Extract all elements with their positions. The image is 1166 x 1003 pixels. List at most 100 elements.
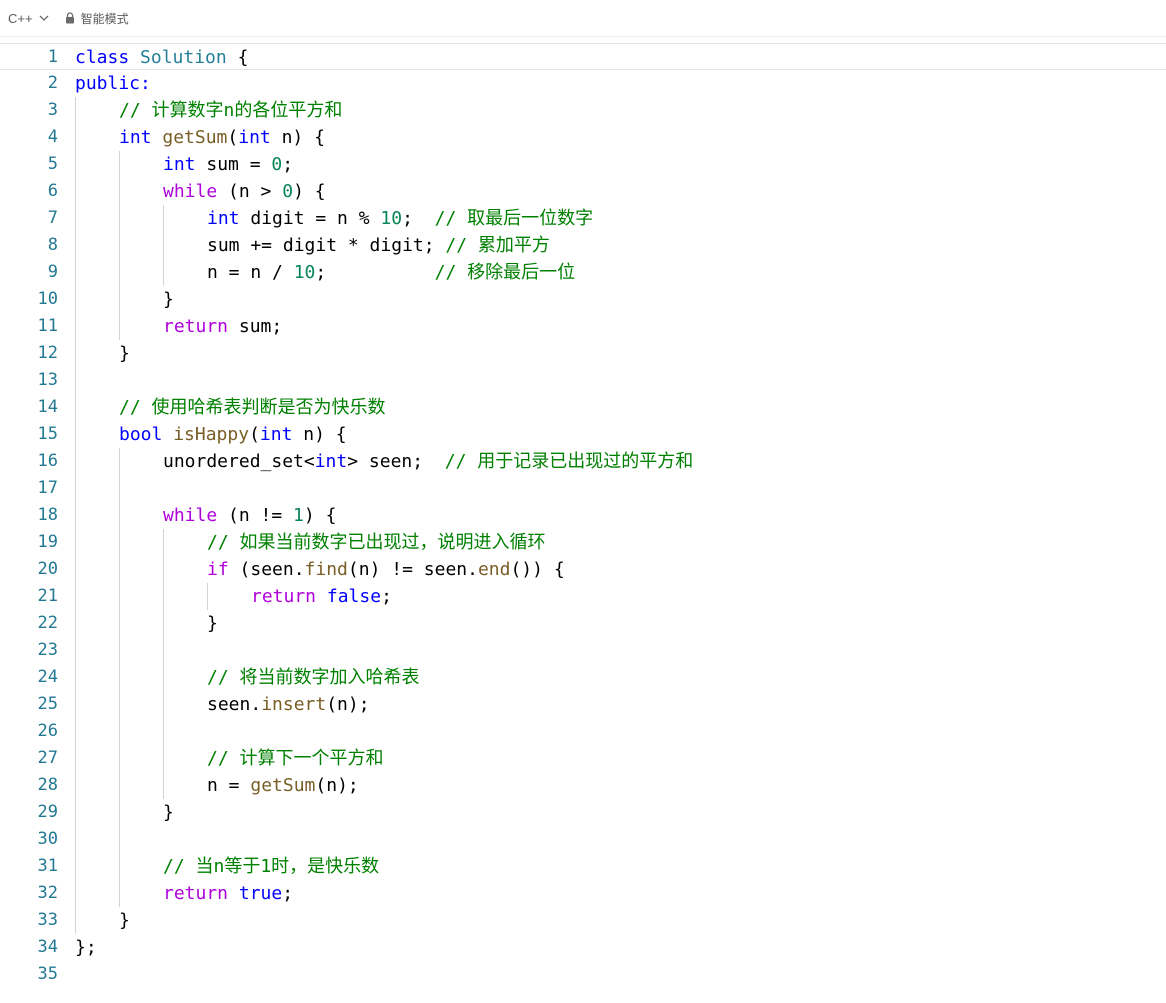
code-line[interactable]: 16 unordered_set<int> seen; // 用于记录已出现过的平… [0, 448, 1166, 475]
code-line[interactable]: 1 class Solution { [0, 43, 1166, 70]
code-line[interactable]: 17 [0, 475, 1166, 502]
code-line[interactable]: 15 bool isHappy(int n) { [0, 421, 1166, 448]
indent-guide [163, 529, 164, 799]
code-token: 0 [271, 154, 283, 175]
line-number: 21 [37, 586, 58, 606]
code-text: return false; [251, 583, 392, 610]
code-line[interactable]: 8 sum += digit * digit; // 累加平方 [0, 232, 1166, 259]
line-number: 7 [47, 208, 58, 228]
code-token: (seen. [228, 559, 305, 580]
code-text: return true; [163, 880, 293, 907]
code-line[interactable]: 29} [0, 799, 1166, 826]
code-line[interactable]: 14 // 使用哈希表判断是否为快乐数 [0, 394, 1166, 421]
code-text: return sum; [163, 313, 282, 340]
code-line[interactable]: 10} [0, 286, 1166, 313]
code-token: getSum [250, 775, 316, 796]
code-token: n = [207, 775, 251, 796]
code-line[interactable]: 25 seen.insert(n); [0, 691, 1166, 718]
code-line[interactable]: 33} [0, 907, 1166, 934]
code-text: } [163, 286, 174, 313]
code-line[interactable]: 23 [0, 637, 1166, 664]
code-line[interactable]: 3 // 计算数字n的各位平方和 [0, 97, 1166, 124]
code-token: sum = [195, 154, 272, 175]
code-token: unordered_set< [163, 451, 315, 472]
code-line[interactable]: 24 // 将当前数字加入哈希表 [0, 664, 1166, 691]
code-line[interactable]: 12} [0, 340, 1166, 367]
code-editor[interactable]: 1 class Solution {2 public: 3// 计算数字n的各位平方和… [0, 43, 1166, 1003]
code-token: isHappy [173, 424, 250, 445]
line-number: 31 [37, 856, 58, 876]
line-number: 23 [37, 640, 58, 660]
code-line[interactable]: 34}; [0, 934, 1166, 961]
code-line[interactable]: 13 [0, 367, 1166, 394]
code-line[interactable]: 27 // 计算下一个平方和 [0, 745, 1166, 772]
code-line[interactable]: 11 return sum; [0, 313, 1166, 340]
code-line[interactable]: 20 if (seen.find(n) != seen.end()) { [0, 556, 1166, 583]
code-line[interactable]: 2 public: [0, 70, 1166, 97]
language-select[interactable]: C++ [8, 6, 49, 30]
mode-toggle[interactable]: 智能模式 [65, 10, 129, 27]
code-line[interactable]: 18 while (n != 1) { [0, 502, 1166, 529]
code-line[interactable]: 30 [0, 826, 1166, 853]
line-number: 20 [37, 559, 58, 579]
code-token: bool [119, 424, 163, 445]
code-token: ( [249, 424, 260, 445]
code-token: } [163, 802, 174, 823]
code-token: (n) != seen. [347, 559, 478, 580]
code-text: bool isHappy(int n) { [119, 421, 347, 448]
code-token: ()) { [510, 559, 565, 580]
code-line[interactable]: 26 [0, 718, 1166, 745]
code-line[interactable]: 32 return true; [0, 880, 1166, 907]
code-line[interactable]: 35 [0, 961, 1166, 988]
line-number: 6 [47, 181, 58, 201]
code-text: int sum = 0; [163, 151, 293, 178]
code-token: int [259, 424, 293, 445]
line-number: 13 [37, 370, 58, 390]
code-line[interactable]: 28 n = getSum(n); [0, 772, 1166, 799]
code-token: > seen; [347, 451, 445, 472]
code-text: n = getSum(n); [207, 772, 359, 799]
code-token: find [304, 559, 348, 580]
code-line[interactable]: 21 return false; [0, 583, 1166, 610]
line-number: 12 [37, 343, 58, 363]
code-token: int [119, 127, 152, 148]
mode-label: 智能模式 [80, 11, 129, 26]
line-number: 26 [37, 721, 58, 741]
code-text: if (seen.find(n) != seen.end()) { [207, 556, 565, 583]
code-token: (n != [217, 505, 294, 526]
code-token: return [163, 883, 229, 904]
code-text: class Solution { [75, 44, 248, 71]
code-token: n) { [270, 127, 325, 148]
line-number: 27 [37, 748, 58, 768]
code-token: int [163, 154, 196, 175]
code-token: true [238, 883, 283, 904]
code-text: // 将当前数字加入哈希表 [207, 664, 420, 691]
line-number: 35 [37, 964, 58, 984]
language-label: C++ [8, 10, 33, 26]
code-text: seen.insert(n); [207, 691, 370, 718]
code-text: // 如果当前数字已出现过，说明进入循环 [207, 529, 546, 556]
code-line[interactable]: 5 int sum = 0; [0, 151, 1166, 178]
code-token: }; [75, 937, 97, 958]
code-line[interactable]: 19 // 如果当前数字已出现过，说明进入循环 [0, 529, 1166, 556]
code-line[interactable]: 22} [0, 610, 1166, 637]
code-text: // 计算下一个平方和 [207, 745, 384, 772]
code-text: } [119, 340, 130, 367]
code-token: while [163, 181, 218, 202]
code-token: 0 [282, 181, 294, 202]
line-number: 33 [37, 910, 58, 930]
code-token: } [207, 613, 218, 634]
code-token: ; [282, 883, 294, 904]
code-line[interactable]: 6 while (n > 0) { [0, 178, 1166, 205]
code-line[interactable]: 7 int digit = n % 10; // 取最后一位数字 [0, 205, 1166, 232]
code-line[interactable]: 31 // 当n等于1时，是快乐数 [0, 853, 1166, 880]
code-line[interactable]: 4 int getSum(int n) { [0, 124, 1166, 151]
lock-icon [65, 12, 74, 24]
code-text: } [163, 799, 174, 826]
code-token: 10 [293, 262, 316, 283]
code-line[interactable]: 9 n = n / 10; // 移除最后一位 [0, 259, 1166, 286]
indent-guide [207, 583, 208, 610]
code-token: getSum [162, 127, 228, 148]
